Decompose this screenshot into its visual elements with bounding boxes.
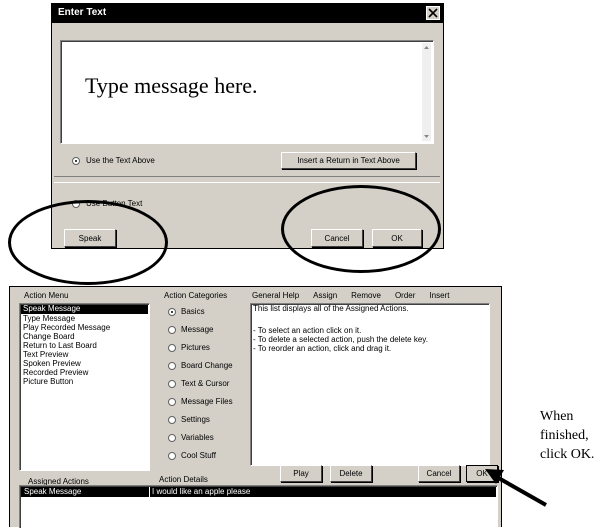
- help-line: - To delete a selected action, push the …: [253, 335, 428, 344]
- category-radio-cool-stuff[interactable]: Cool Stuff: [168, 451, 216, 460]
- annotation-line: When: [540, 409, 574, 424]
- menu-insert[interactable]: Insert: [429, 291, 449, 300]
- close-icon: [428, 8, 438, 18]
- radio-dot: [168, 343, 176, 352]
- annotation-line: click OK.: [540, 447, 595, 462]
- ok-highlight-circle: [281, 185, 441, 273]
- menu-order[interactable]: Order: [395, 291, 415, 300]
- list-item[interactable]: Change Board: [23, 332, 75, 341]
- assigned-row-detail: I would like an apple please: [152, 487, 251, 496]
- close-button[interactable]: [426, 6, 440, 20]
- radio-dot: [168, 379, 176, 388]
- action-menu-header: Action Menu: [24, 291, 69, 300]
- radio-dot: [168, 307, 176, 316]
- radio-dot: [72, 156, 80, 165]
- category-radio-message[interactable]: Message: [168, 325, 213, 334]
- menu-remove[interactable]: Remove: [351, 291, 381, 300]
- radio-use-text-above[interactable]: Use the Text Above: [72, 156, 155, 165]
- action-cancel-button[interactable]: Cancel: [418, 465, 460, 482]
- top-menu: General Help Assign Remove Order Insert: [252, 291, 449, 300]
- list-item[interactable]: Return to Last Board: [23, 341, 97, 350]
- list-item[interactable]: Spoken Preview: [23, 359, 81, 368]
- menu-assign[interactable]: Assign: [313, 291, 337, 300]
- category-radio-basics[interactable]: Basics: [168, 307, 205, 316]
- radio-dot: [168, 361, 176, 370]
- play-button[interactable]: Play: [280, 465, 322, 482]
- annotation-line: finished,: [540, 428, 589, 443]
- delete-button[interactable]: Delete: [330, 465, 372, 482]
- vertical-scrollbar[interactable]: [422, 43, 431, 141]
- category-radio-pictures[interactable]: Pictures: [168, 343, 210, 352]
- action-editor-window: Action Menu Action Categories General He…: [9, 286, 502, 528]
- category-radio-settings[interactable]: Settings: [168, 415, 210, 424]
- radio-dot: [168, 397, 176, 406]
- categories-header: Action Categories: [164, 291, 228, 300]
- help-line: - To select an action click on it.: [253, 326, 362, 335]
- column-divider: [149, 487, 150, 497]
- category-radio-board-change[interactable]: Board Change: [168, 361, 233, 370]
- scroll-down-icon[interactable]: [422, 132, 431, 141]
- category-radio-text-cursor[interactable]: Text & Cursor: [168, 379, 229, 388]
- list-item[interactable]: Picture Button: [23, 377, 73, 386]
- radio-dot: [168, 433, 176, 442]
- help-text-box: This list displays all of the Assigned A…: [250, 303, 490, 466]
- assigned-actions-list[interactable]: Speak Message I would like an apple plea…: [19, 485, 498, 528]
- menu-general-help[interactable]: General Help: [252, 291, 299, 300]
- action-menu-list[interactable]: Speak Message Type Message Play Recorded…: [19, 303, 150, 471]
- list-item[interactable]: Text Preview: [23, 350, 68, 359]
- radio-dot: [168, 451, 176, 460]
- list-item[interactable]: Play Recorded Message: [23, 323, 110, 332]
- separator: [54, 176, 440, 183]
- speak-highlight-circle: [8, 200, 168, 285]
- category-radio-message-files[interactable]: Message Files: [168, 397, 233, 406]
- list-item[interactable]: Recorded Preview: [23, 368, 88, 377]
- insert-return-button[interactable]: Insert a Return in Text Above: [281, 152, 416, 169]
- radio-dot: [168, 325, 176, 334]
- title-bar: Enter Text: [52, 4, 443, 23]
- list-item[interactable]: Speak Message: [21, 304, 148, 314]
- message-text: Type message here.: [85, 73, 258, 98]
- category-radio-variables[interactable]: Variables: [168, 433, 214, 442]
- help-line: This list displays all of the Assigned A…: [253, 304, 409, 313]
- help-line: - To reorder an action, click and drag i…: [253, 344, 392, 353]
- action-ok-button[interactable]: OK: [466, 465, 498, 482]
- scroll-up-icon[interactable]: [422, 43, 431, 52]
- message-textarea[interactable]: Type message here.: [60, 40, 434, 144]
- annotation-text: When finished, click OK.: [540, 407, 594, 464]
- table-row[interactable]: Speak Message I would like an apple plea…: [21, 487, 496, 497]
- assigned-row-action: Speak Message: [24, 487, 82, 496]
- dialog-title: Enter Text: [58, 7, 107, 18]
- radio-dot: [168, 415, 176, 424]
- list-item[interactable]: Type Message: [23, 314, 75, 323]
- action-details-header: Action Details: [159, 475, 208, 484]
- radio-use-text-above-label: Use the Text Above: [86, 156, 155, 165]
